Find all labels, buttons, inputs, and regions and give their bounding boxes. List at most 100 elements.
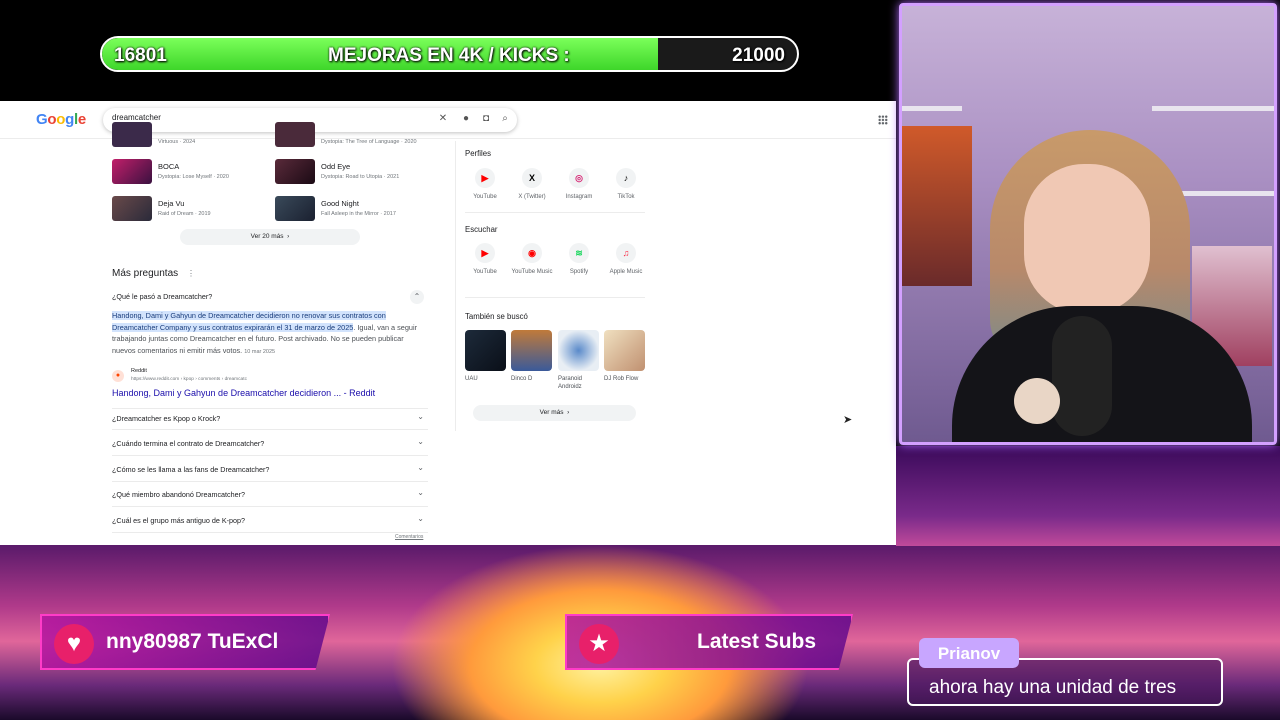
listen-spotify[interactable]: ≋ Spotify (558, 243, 600, 276)
faq-question: ¿Dreamcatcher es Kpop o Krock? (112, 414, 221, 423)
goal-target-value: 21000 (732, 45, 785, 66)
profile-tiktok[interactable]: ♪ TikTok (605, 168, 647, 201)
song-thumbnail (112, 196, 152, 221)
song-title: Deja Vu (158, 199, 185, 208)
faq-question: ¿Cómo se les llama a las fans de Dreamca… (112, 465, 270, 474)
faq-row[interactable]: ¿Cómo se les llama a las fans de Dreamca… (112, 460, 428, 482)
reddit-icon: ● (112, 370, 124, 382)
song-item-partial[interactable]: Virtuous · 2024 (112, 122, 262, 147)
artist-name: Dinco D (511, 376, 533, 382)
song-thumbnail (112, 122, 152, 147)
google-logo[interactable]: Google (36, 111, 86, 128)
chevron-up-icon[interactable]: ⌃ (410, 290, 424, 304)
song-title: Odd Eye (321, 162, 351, 171)
faq-question: ¿Cuál es el grupo más antiguo de K-pop? (112, 516, 246, 525)
chevron-down-icon[interactable]: ⌄ (417, 412, 424, 421)
song-subtitle: Virtuous · 2024 (158, 139, 196, 145)
song-subtitle: Raid of Dream · 2019 (158, 211, 211, 217)
apps-grid-icon[interactable] (878, 115, 888, 125)
logo-letter: g (65, 111, 74, 128)
logo-letter: e (77, 111, 86, 128)
logo-letter: G (36, 111, 48, 128)
also-searched-heading: También se buscó (465, 312, 528, 321)
also-searched-item[interactable]: Paranoid Androidz (558, 330, 599, 391)
artist-photo (604, 330, 645, 371)
song-subtitle: Fall Asleep in the Mirror · 2017 (321, 211, 396, 217)
clear-icon[interactable]: ✕ (437, 113, 449, 125)
more-options-icon[interactable]: ⋮ (187, 269, 195, 278)
also-searched-item[interactable]: Dinco D (511, 330, 552, 383)
artist-photo (465, 330, 506, 371)
song-subtitle: Dystopia: Lose Myself · 2020 (158, 174, 229, 180)
latest-subs-label: Latest Subs (697, 630, 817, 653)
listen-label: YouTube (473, 269, 497, 275)
artist-photo (511, 330, 552, 371)
see-more-button[interactable]: Ver más › (473, 405, 636, 421)
logo-letter: o (56, 111, 66, 128)
see-more-songs-label: Ver 20 más (250, 233, 284, 240)
also-searched-item[interactable]: DJ Rob Flow (604, 330, 645, 383)
artist-photo (558, 330, 599, 371)
chat-message: ahora hay una unidad de tres (929, 677, 1177, 698)
goal-title: MEJORAS EN 4K / KICKS : (328, 45, 570, 66)
profile-youtube[interactable]: ▶ YouTube (464, 168, 506, 201)
instagram-icon: ◎ (569, 168, 589, 188)
profile-x-twitter[interactable]: X X (Twitter) (511, 168, 553, 201)
lens-camera-icon[interactable]: ◘ (480, 113, 492, 125)
tiktok-icon: ♪ (616, 168, 636, 188)
plush-toys (902, 126, 972, 286)
search-icon[interactable]: ⌕ (499, 113, 511, 125)
listen-label: YouTube Music (511, 269, 553, 275)
source-title-link[interactable]: Handong, Dami y Gahyun de Dreamcatcher d… (112, 388, 375, 398)
streamer-face (1024, 164, 1150, 314)
mouse-cursor-icon: ➤ (843, 414, 853, 426)
profile-label: YouTube (473, 194, 497, 200)
faq-row[interactable]: ¿Cuándo termina el contrato de Dreamcatc… (112, 434, 428, 456)
faq-row[interactable]: ¿Dreamcatcher es Kpop o Krock? ⌄ (112, 408, 428, 430)
source-name: Reddit (131, 368, 147, 374)
feedback-link[interactable]: Comentarios (395, 534, 423, 540)
scenery-strip (896, 446, 1280, 546)
panel-divider (455, 141, 456, 431)
latest-subs-panel: ★ Latest Subs (565, 614, 853, 670)
chevron-down-icon[interactable]: ⌄ (417, 488, 424, 497)
heart-icon: ♥ (54, 624, 94, 664)
divider (465, 212, 645, 213)
listen-label: Apple Music (609, 269, 643, 275)
spotify-icon: ≋ (569, 243, 589, 263)
youtube-icon: ▶ (475, 168, 495, 188)
profile-label: X (Twitter) (518, 194, 546, 200)
shelf (1152, 106, 1274, 111)
chevron-right-icon: › (285, 233, 290, 240)
chevron-down-icon[interactable]: ⌄ (417, 437, 424, 446)
source-url[interactable]: https://www.reddit.com › kpop › comments… (131, 377, 247, 382)
also-searched-item[interactable]: UAU (465, 330, 506, 383)
song-item-partial[interactable]: Dystopia: The Tree of Language · 2020 (275, 122, 430, 147)
browser-viewport: Google ✕ ● ◘ ⌕ Virtuous · 2024 Dystopia:… (0, 101, 896, 545)
faq-question: ¿Qué le pasó a Dreamcatcher? (112, 292, 213, 301)
song-item[interactable]: Good Night Fall Asleep in the Mirror · 2… (275, 196, 430, 221)
chevron-down-icon[interactable]: ⌄ (417, 463, 424, 472)
listen-youtube[interactable]: ▶ YouTube (464, 243, 506, 276)
x-twitter-icon: X (522, 168, 542, 188)
search-input[interactable] (112, 113, 412, 122)
profile-instagram[interactable]: ◎ Instagram (558, 168, 600, 201)
see-more-songs-button[interactable]: Ver 20 más › (180, 229, 360, 245)
listen-label: Spotify (569, 269, 589, 275)
song-item[interactable]: Odd Eye Dystopia: Road to Utopia · 2021 (275, 159, 430, 184)
song-item[interactable]: BOCA Dystopia: Lose Myself · 2020 (112, 159, 262, 184)
youtube-music-icon: ◉ (522, 243, 542, 263)
faq-answer-highlight: Handong, Dami y Gahyun de Dreamcatcher d… (112, 311, 386, 332)
microphone (1052, 316, 1112, 436)
chevron-down-icon[interactable]: ⌄ (417, 514, 424, 523)
profiles-heading: Perfiles (465, 149, 491, 158)
listen-youtube-music[interactable]: ◉ YouTube Music (511, 243, 553, 276)
faq-row[interactable]: ¿Qué miembro abandonó Dreamcatcher? ⌄ (112, 485, 428, 507)
apple-music-icon: ♫ (616, 243, 636, 263)
listen-apple-music[interactable]: ♫ Apple Music (605, 243, 647, 276)
faq-row-open[interactable]: ¿Qué le pasó a Dreamcatcher? ⌃ (112, 287, 428, 309)
faq-row[interactable]: ¿Cuál es el grupo más antiguo de K-pop? … (112, 511, 428, 533)
song-item[interactable]: Deja Vu Raid of Dream · 2019 (112, 196, 262, 221)
microphone-icon[interactable]: ● (460, 113, 472, 125)
star-icon: ★ (579, 624, 619, 664)
